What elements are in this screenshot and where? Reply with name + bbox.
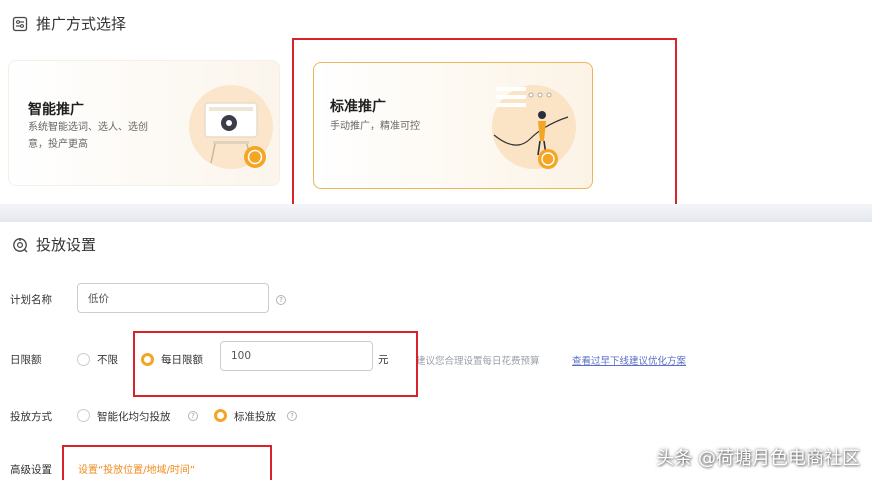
smart-promotion-illustration [189, 85, 273, 169]
smart-promotion-desc-line2: 意，投产更高 [28, 139, 88, 150]
daily-limit-highlight [133, 331, 418, 397]
promo-section-title: 推广方式选择 [36, 15, 127, 33]
promo-section-header: 推广方式选择 [12, 13, 126, 34]
smart-even-delivery-radio[interactable] [77, 409, 90, 422]
advanced-settings-highlight [62, 445, 272, 480]
smart-promotion-title: 智能推广 [28, 102, 84, 118]
plan-name-help-icon[interactable]: ? [276, 295, 286, 305]
daily-limit-label: 日限额 [10, 354, 42, 366]
standard-delivery-label: 标准投放 [234, 411, 276, 423]
smart-even-delivery-help-icon[interactable]: ? [188, 411, 198, 421]
watermark-text: 头条 @荷塘月色电商社区 [656, 448, 860, 469]
standard-delivery-radio[interactable] [214, 409, 227, 422]
plan-name-value: 低价 [88, 292, 109, 305]
daily-limit-unlimited-radio[interactable] [77, 353, 90, 366]
advanced-settings-label: 高级设置 [10, 464, 52, 476]
delivery-section-header: 投放设置 [12, 234, 96, 255]
promo-method-panel: 推广方式选择 智能推广 系统智能选词、选人、选创 意，投产更高 标准推广 手动推… [0, 0, 872, 216]
delivery-method-label: 投放方式 [10, 411, 52, 423]
delivery-settings-panel: 投放设置 计划名称 低价 ? 日限额 不限 每日限额 100 元 建议您合理设置… [0, 222, 872, 480]
delivery-settings-icon [13, 237, 28, 252]
standard-delivery-help-icon[interactable]: ? [287, 411, 297, 421]
plan-name-label: 计划名称 [10, 294, 52, 306]
daily-limit-unlimited-label: 不限 [97, 354, 118, 366]
smart-promotion-card[interactable]: 智能推广 系统智能选词、选人、选创 意，投产更高 [8, 60, 280, 186]
daily-limit-hint: 建议您合理设置每日花费预算 [416, 356, 540, 367]
standard-promotion-highlight [292, 38, 677, 216]
promo-settings-icon [12, 16, 28, 31]
plan-name-input[interactable]: 低价 [77, 283, 269, 313]
offline-suggestion-link[interactable]: 查看过早下线建议优化方案 [572, 353, 686, 367]
delivery-section-title: 投放设置 [36, 236, 97, 254]
section-divider [0, 204, 872, 222]
smart-even-delivery-label: 智能化均匀投放 [97, 411, 171, 423]
smart-promotion-desc-line1: 系统智能选词、选人、选创 [28, 122, 148, 133]
